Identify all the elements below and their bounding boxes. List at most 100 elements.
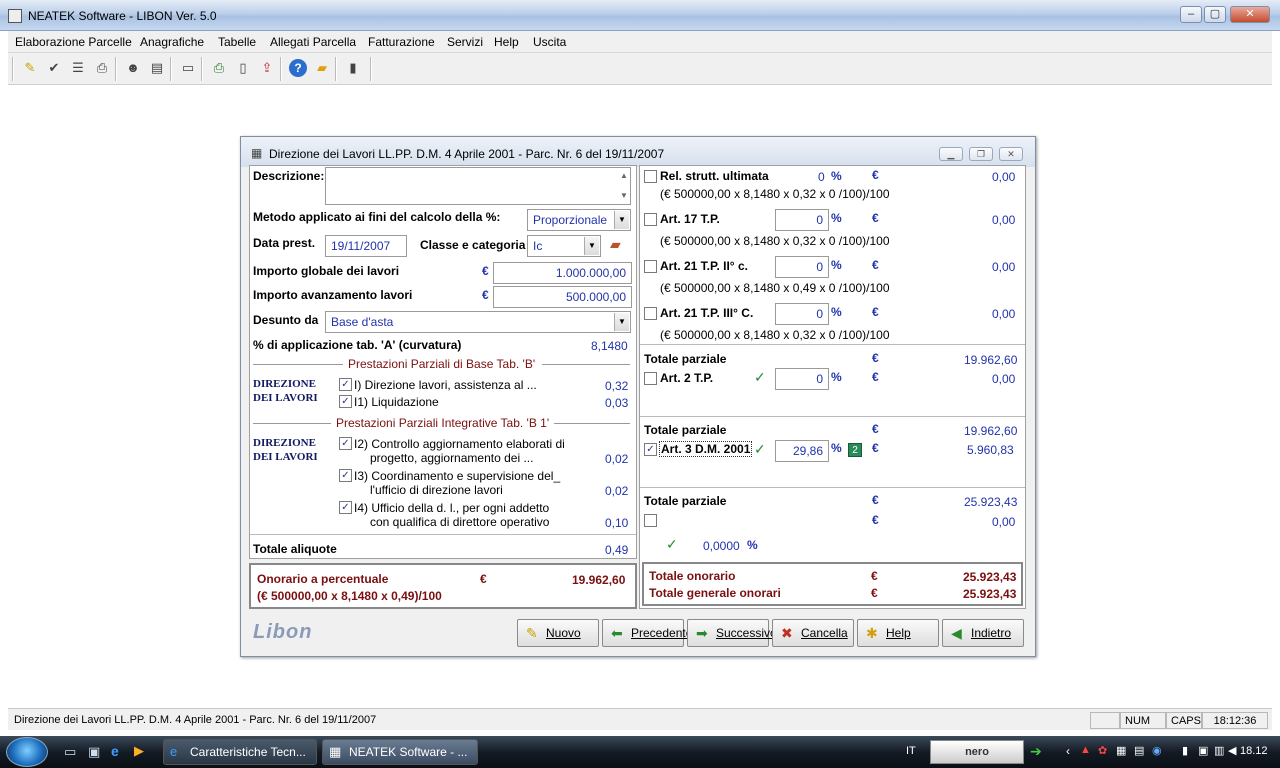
printer-icon[interactable]: ⎙ <box>93 59 111 77</box>
list-icon[interactable]: ☰ <box>69 59 87 77</box>
switch-windows-icon[interactable]: ▣ <box>88 744 100 760</box>
print-preview-icon[interactable]: ⎙ <box>210 59 228 77</box>
language-indicator[interactable]: IT <box>906 745 916 757</box>
checkbox-art-21-ii[interactable] <box>644 260 657 273</box>
row-formula: (€ 500000,00 x 8,1480 x 0,32 x 0 /100)/1… <box>660 234 890 248</box>
internet-explorer-icon[interactable]: e <box>111 743 119 759</box>
art-21-iii-input[interactable]: 0 <box>775 303 829 325</box>
go-arrow-icon[interactable]: ➔ <box>1030 743 1042 760</box>
antivirus-icon[interactable]: ▲ <box>1080 744 1091 756</box>
app-icon: ▦ <box>329 744 342 759</box>
menu-servizi[interactable]: Servizi <box>447 35 483 49</box>
descrizione-textarea[interactable] <box>325 167 631 205</box>
dialog-restore-button[interactable]: ❐ <box>969 147 993 161</box>
document-icon[interactable]: ▯ <box>234 59 252 77</box>
menu-help[interactable]: Help <box>494 35 519 49</box>
metodo-value: Proporzionale <box>533 213 608 227</box>
successivo-button[interactable]: ➡ Successivo <box>687 619 777 647</box>
base-item-value: 0,32 <box>605 379 629 393</box>
checkbox-art-17[interactable] <box>644 213 657 226</box>
maximize-button[interactable]: ▢ <box>1204 6 1226 23</box>
taskbar-clock[interactable]: 18.12 <box>1240 745 1268 757</box>
users-icon[interactable]: ☻ <box>124 59 142 77</box>
check-doc-icon[interactable]: ✔ <box>45 59 63 77</box>
checkbox-coordinamento[interactable]: ✓ <box>339 469 352 482</box>
menu-uscita[interactable]: Uscita <box>533 35 566 49</box>
art-21-ii-input[interactable]: 0 <box>775 256 829 278</box>
report-icon[interactable]: ▤ <box>148 59 166 77</box>
checkbox-extra[interactable] <box>644 514 657 527</box>
scroll-up-icon[interactable]: ▲ <box>620 171 628 180</box>
art-3-input[interactable]: 29,86 <box>775 440 829 462</box>
art-2-input[interactable]: 0 <box>775 368 829 390</box>
start-button[interactable] <box>6 737 48 767</box>
minimize-button[interactable]: – <box>1180 6 1202 23</box>
window-icon[interactable]: ▭ <box>179 59 197 77</box>
device-icon[interactable]: ▤ <box>1134 744 1144 757</box>
book-icon[interactable]: ▰ <box>610 236 621 253</box>
help-icon[interactable]: ? <box>289 59 307 77</box>
scroll-down-icon[interactable]: ▼ <box>620 191 628 200</box>
volume-icon[interactable]: ◀ <box>1228 744 1236 757</box>
task-caratteristiche[interactable]: e Caratteristiche Tecn... <box>163 739 317 765</box>
delete-icon: ✖ <box>781 625 793 641</box>
group-direzione-lavori-2: DIREZIONE DEI LAVORI <box>253 437 318 463</box>
checkbox-controllo-aggiornamento[interactable]: ✓ <box>339 437 352 450</box>
menu-elaborazione-parcelle[interactable]: Elaborazione Parcelle <box>15 35 132 49</box>
data-prest-input[interactable]: 19/11/2007 <box>325 235 407 257</box>
checkbox-direzione-lavori[interactable]: ✓ <box>339 378 352 391</box>
edit-icon[interactable]: ✎ <box>21 59 39 77</box>
status-time: 18:12:36 <box>1202 712 1268 729</box>
calculator-icon[interactable]: 2 <box>848 443 862 457</box>
precedente-button[interactable]: ⬅ Precedente <box>602 619 692 647</box>
dialog-minimize-button[interactable]: ▁ <box>939 147 963 161</box>
export-icon[interactable]: ⇪ <box>258 59 276 77</box>
checkbox-ufficio-dl[interactable]: ✓ <box>339 501 352 514</box>
cancella-button[interactable]: ✖ Cancella <box>772 619 854 647</box>
help-button[interactable]: ✱ Help <box>857 619 939 647</box>
row-value: 0,00 <box>992 213 1016 227</box>
monitor-icon[interactable]: ▣ <box>1198 744 1208 757</box>
chevron-down-icon[interactable]: ▼ <box>584 237 599 255</box>
network-icon[interactable]: ▦ <box>1116 744 1126 757</box>
task-neatek[interactable]: ▦ NEATEK Software - ... <box>322 739 478 765</box>
battery-icon[interactable]: ▮ <box>1182 744 1188 757</box>
exit-icon[interactable]: ▮ <box>344 59 362 77</box>
bluetooth-icon[interactable]: ◉ <box>1152 744 1162 757</box>
checkbox-rel-strutt[interactable] <box>644 170 657 183</box>
desunto-select[interactable]: Base d'asta ▼ <box>325 311 631 333</box>
nero-search-box[interactable]: nero <box>930 740 1024 764</box>
tray-expand-icon[interactable]: ‹ <box>1066 744 1070 758</box>
importo-globale-input[interactable]: 1.000.000,00 <box>493 262 632 284</box>
checkbox-art-3[interactable]: ✓ <box>644 443 657 456</box>
menu-tabelle[interactable]: Tabelle <box>218 35 256 49</box>
menu-allegati-parcella[interactable]: Allegati Parcella <box>270 35 356 49</box>
art-17-input[interactable]: 0 <box>775 209 829 231</box>
wifi-icon[interactable]: ▥ <box>1214 744 1224 757</box>
right-panel: Rel. strutt. ultimata 0 % € 0,00 (€ 5000… <box>639 165 1026 609</box>
totale-generale-label: Totale generale onorari <box>649 586 781 600</box>
metodo-select[interactable]: Proporzionale ▼ <box>527 209 631 231</box>
importo-avanzamento-input[interactable]: 500.000,00 <box>493 286 632 308</box>
close-button[interactable]: ✕ <box>1230 6 1270 23</box>
euro-icon: € <box>482 264 489 278</box>
checkbox-art-21-iii[interactable] <box>644 307 657 320</box>
checkbox-art-2[interactable] <box>644 372 657 385</box>
left-panel: Descrizione: ▲ ▼ Metodo applicato ai fin… <box>249 165 637 559</box>
base-item-value: 0,03 <box>605 396 629 410</box>
classe-select[interactable]: Ic ▼ <box>527 235 601 257</box>
show-desktop-icon[interactable]: ▭ <box>64 744 76 760</box>
indietro-button[interactable]: ◀ Indietro <box>942 619 1024 647</box>
chevron-down-icon[interactable]: ▼ <box>614 211 629 229</box>
menu-anagrafiche[interactable]: Anagrafiche <box>140 35 204 49</box>
folder-open-icon[interactable]: ▰ <box>313 59 331 77</box>
checkbox-liquidazione[interactable]: ✓ <box>339 395 352 408</box>
acrobat-icon[interactable]: ✿ <box>1098 744 1107 757</box>
dialog-close-button[interactable]: ✕ <box>999 147 1023 161</box>
descrizione-label: Descrizione: <box>253 169 325 183</box>
chevron-down-icon[interactable]: ▼ <box>614 313 629 331</box>
media-player-icon[interactable]: ▶ <box>134 743 144 759</box>
nuovo-button[interactable]: ✎ Nuovo <box>517 619 599 647</box>
menu-fatturazione[interactable]: Fatturazione <box>368 35 435 49</box>
integr-item-label: I3) Coordinamento e supervisione del_ <box>354 469 561 483</box>
